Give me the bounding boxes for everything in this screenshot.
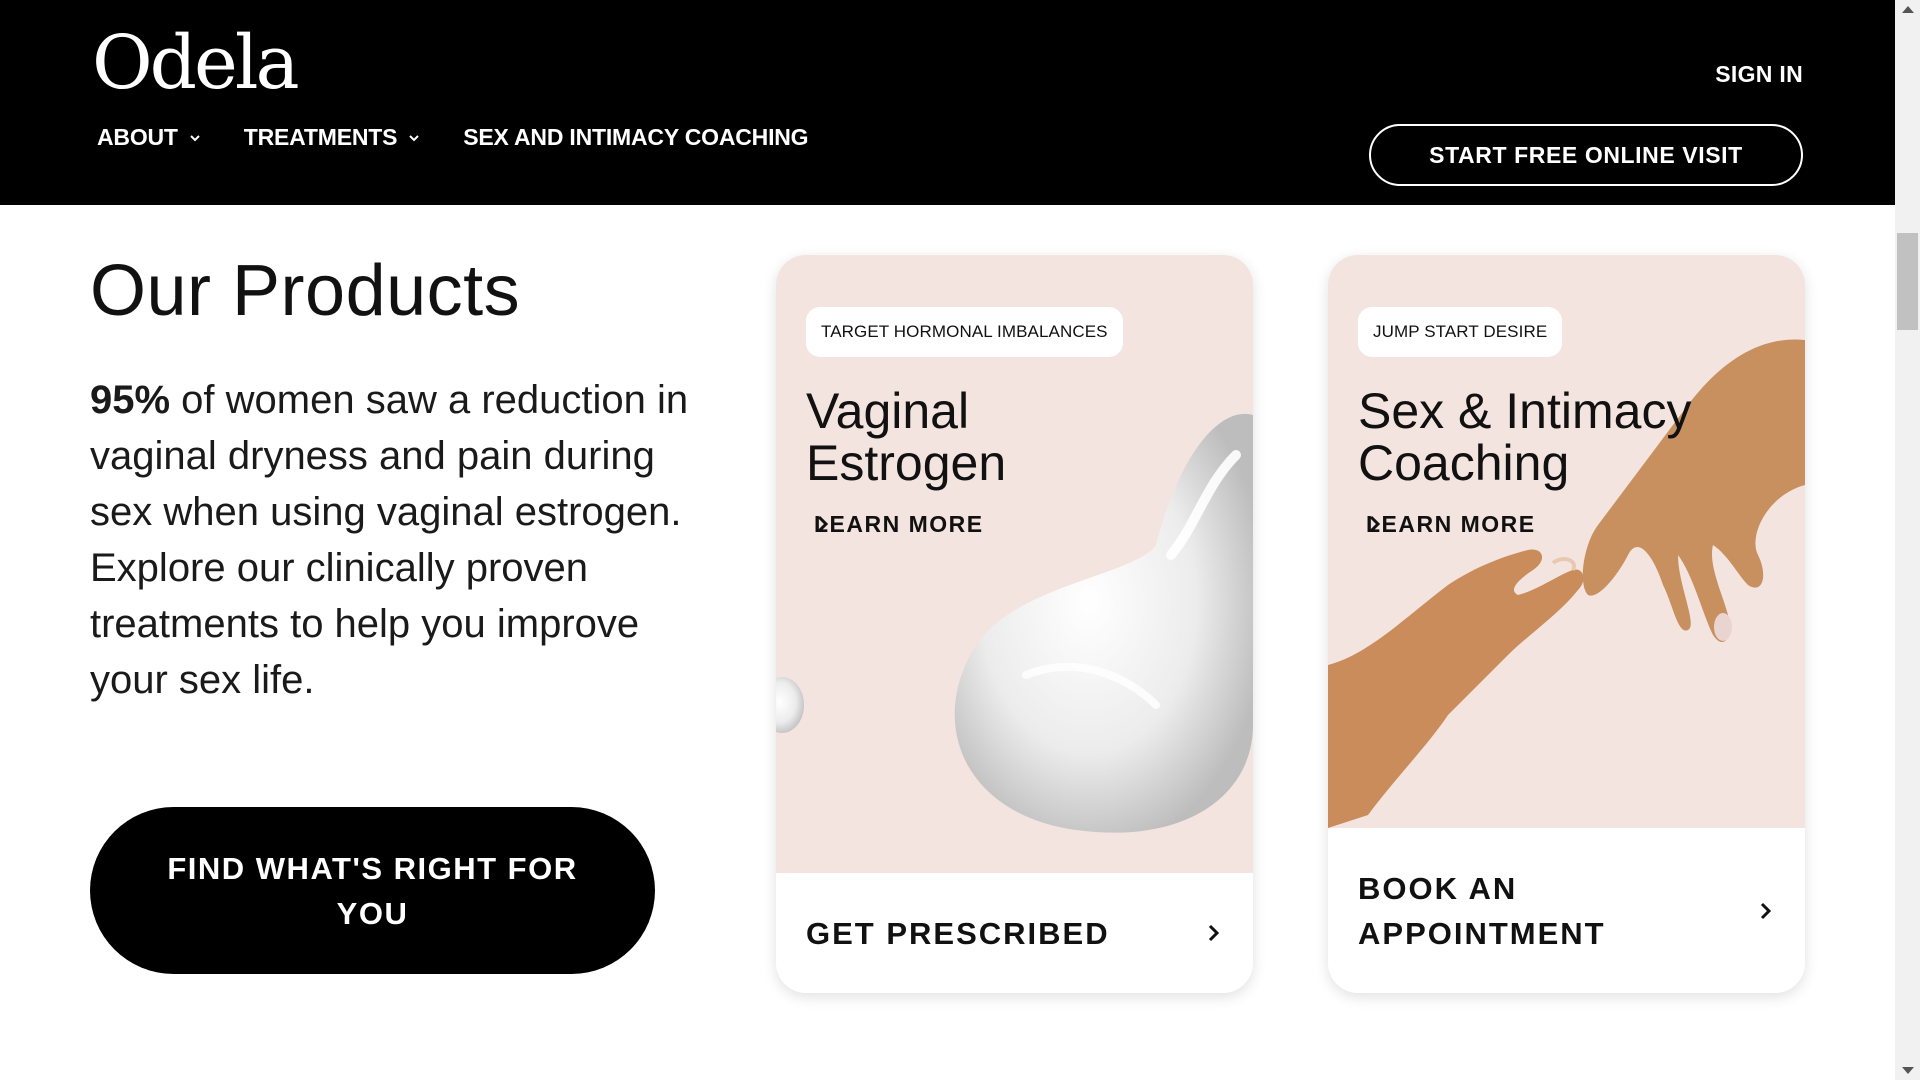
learn-more-label: LEARN MORE: [1366, 511, 1536, 537]
get-prescribed-button[interactable]: GET PRESCRIBED: [806, 873, 1223, 993]
chevron-right-icon: [1760, 902, 1772, 919]
card-tag: TARGET HORMONAL IMBALANCES: [806, 307, 1123, 357]
section-description: 95% of women saw a reduction in vaginal …: [90, 372, 690, 708]
sign-in-link[interactable]: SIGN IN: [1715, 61, 1803, 88]
page-scrollbar[interactable]: [1895, 0, 1920, 1080]
stat-highlight: 95%: [90, 378, 171, 422]
card-media[interactable]: TARGET HORMONAL IMBALANCES Vaginal Estrog…: [776, 255, 1253, 873]
main-nav: ABOUT TREATMENTS SEX AND INTIMACY COACHI…: [97, 124, 809, 151]
card-title-line-2: Coaching: [1358, 435, 1570, 491]
card-tag: JUMP START DESIRE: [1358, 307, 1563, 357]
card-media[interactable]: JUMP START DESIRE Sex & Intimacy Coaching…: [1328, 255, 1805, 828]
card-title-line-1: Vaginal: [806, 383, 970, 439]
card-title-line-1: Sex & Intimacy: [1358, 383, 1692, 439]
nav-item-coaching[interactable]: SEX AND INTIMACY COACHING: [463, 124, 808, 151]
nav-item-label: SEX AND INTIMACY COACHING: [463, 124, 809, 150]
book-appointment-button[interactable]: BOOK AN APPOINTMENT: [1358, 828, 1775, 993]
chevron-right-icon: [1369, 515, 1381, 533]
card-title: Sex & Intimacy Coaching: [1358, 385, 1691, 489]
scroll-up-icon[interactable]: [1902, 6, 1914, 13]
learn-more-link[interactable]: LEARN MORE: [1366, 511, 1536, 538]
start-free-visit-button[interactable]: START FREE ONLINE VISIT: [1369, 124, 1803, 186]
footer-label: GET PRESCRIBED: [806, 915, 1110, 951]
scroll-down-icon[interactable]: [1902, 1067, 1914, 1074]
product-card-coaching[interactable]: JUMP START DESIRE Sex & Intimacy Coaching…: [1328, 255, 1805, 993]
chevron-right-icon: [817, 515, 829, 533]
description-text: of women saw a reduction in vaginal dryn…: [90, 378, 689, 702]
card-title-line-2: Estrogen: [806, 435, 1007, 491]
section-title: Our Products: [90, 251, 521, 331]
nav-item-treatments[interactable]: TREATMENTS: [244, 124, 421, 151]
footer-label: BOOK AN APPOINTMENT: [1358, 866, 1606, 956]
learn-more-label: LEARN MORE: [814, 511, 984, 537]
learn-more-link[interactable]: LEARN MORE: [814, 511, 984, 538]
nav-item-label: TREATMENTS: [243, 124, 398, 150]
scroll-thumb[interactable]: [1897, 233, 1918, 330]
chevron-right-icon: [1208, 924, 1220, 942]
footer-label-line-1: BOOK AN: [1358, 870, 1518, 906]
find-right-for-you-button[interactable]: FIND WHAT'S RIGHT FOR YOU: [90, 807, 655, 974]
chevron-down-icon: [190, 134, 200, 141]
site-header: Odela SIGN IN ABOUT TREATMENTS SEX AND I…: [0, 0, 1895, 205]
card-title: Vaginal Estrogen: [806, 385, 1006, 489]
nav-item-label: ABOUT: [97, 124, 178, 150]
logo[interactable]: Odela: [92, 26, 300, 100]
chevron-down-icon: [409, 134, 419, 141]
nav-item-about[interactable]: ABOUT: [97, 124, 202, 151]
footer-label-line-2: APPOINTMENT: [1358, 915, 1606, 951]
product-card-vaginal-estrogen[interactable]: TARGET HORMONAL IMBALANCES Vaginal Estrog…: [776, 255, 1253, 993]
